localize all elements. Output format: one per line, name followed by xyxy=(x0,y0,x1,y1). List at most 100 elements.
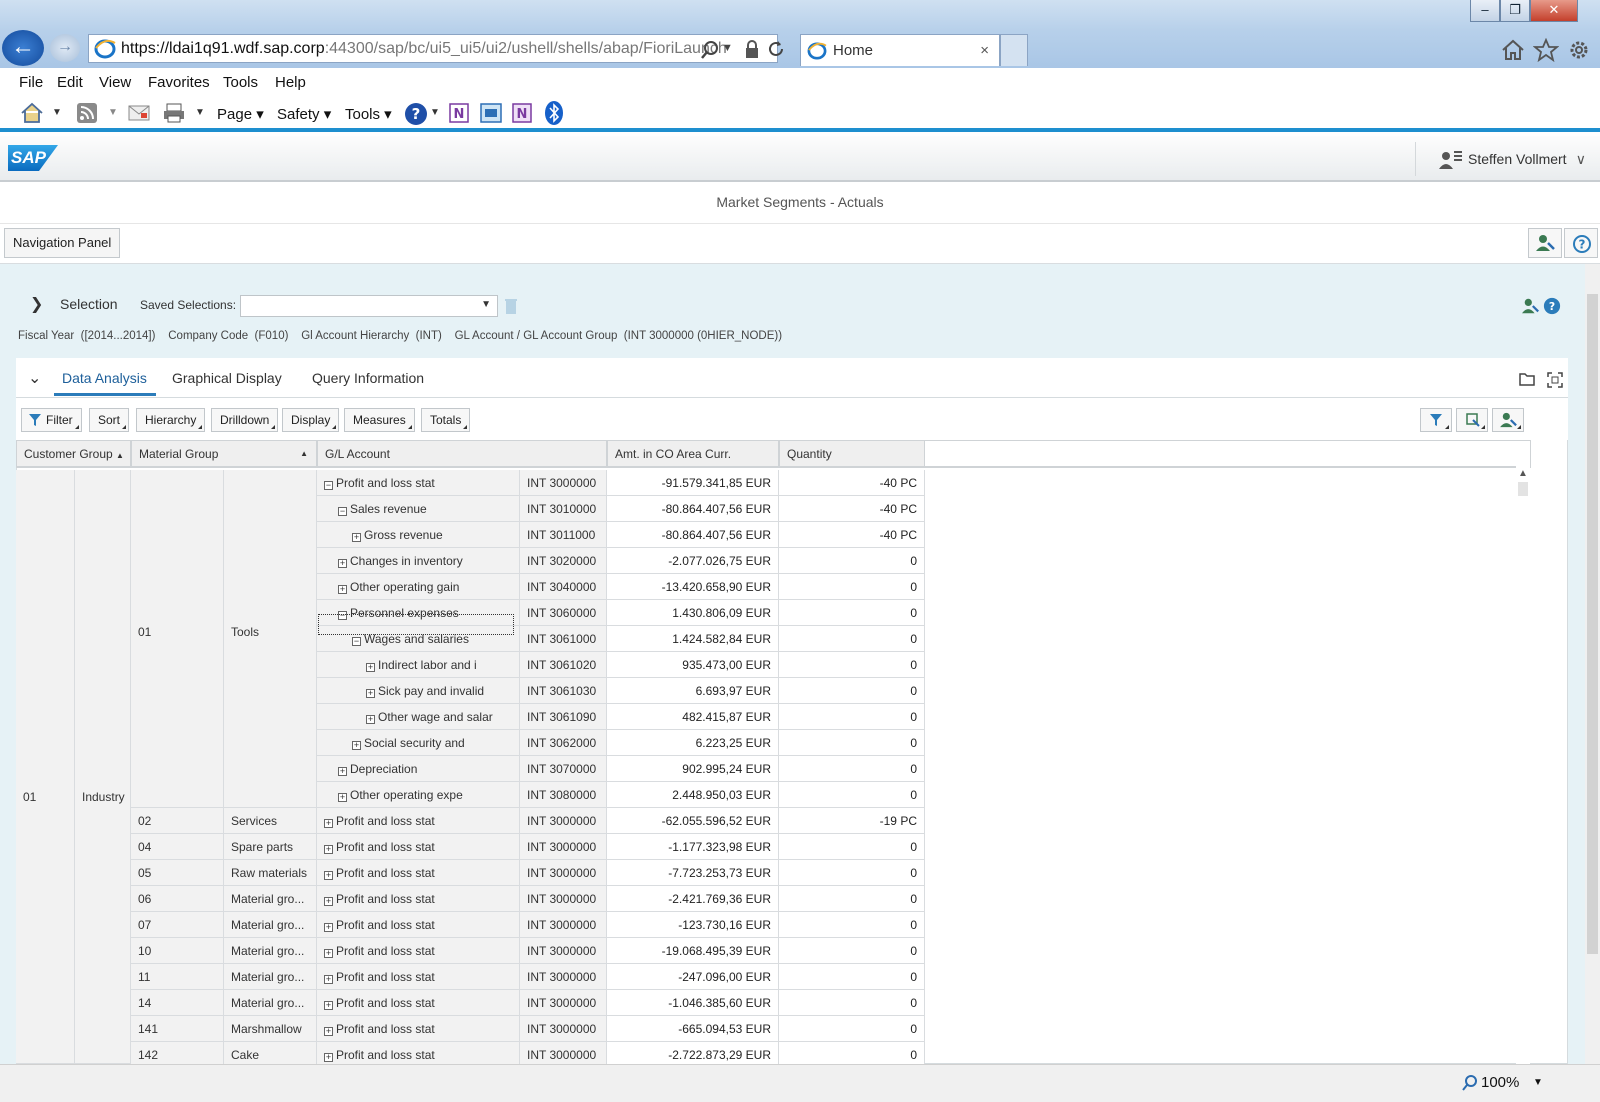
home-dropdown-icon[interactable]: ▼ xyxy=(52,107,62,118)
sap-logo[interactable]: SAP xyxy=(8,145,58,171)
minimize-button[interactable]: – xyxy=(1470,0,1500,22)
expand-node-icon[interactable]: + xyxy=(324,871,333,880)
home-icon[interactable] xyxy=(1500,38,1526,62)
gl-account-node[interactable]: + Other wage and salar xyxy=(317,704,520,730)
expand-node-icon[interactable]: + xyxy=(338,559,347,568)
gl-account-node[interactable]: + Depreciation xyxy=(317,756,520,782)
expand-node-icon[interactable]: + xyxy=(366,715,375,724)
close-window-button[interactable]: ✕ xyxy=(1530,0,1578,22)
page-scrollbar[interactable] xyxy=(1585,264,1600,1064)
gl-account-node[interactable]: + Gross revenue xyxy=(317,522,520,548)
export-button[interactable] xyxy=(1456,408,1488,432)
bluetooth-icon[interactable] xyxy=(544,100,564,126)
gl-account-node[interactable]: + Sick pay and invalid xyxy=(317,678,520,704)
menu-edit[interactable]: Edit xyxy=(57,74,83,91)
mail-icon[interactable] xyxy=(128,104,150,122)
gl-account-node[interactable]: + Profit and loss stat xyxy=(317,834,520,860)
header-material-group[interactable]: Material Group ▲ xyxy=(131,440,317,468)
gl-account-node[interactable]: + Profit and loss stat xyxy=(317,912,520,938)
tab-query-information[interactable]: Query Information xyxy=(312,370,424,386)
rss-dropdown-icon[interactable]: ▼ xyxy=(108,107,118,118)
expand-node-icon[interactable]: + xyxy=(324,923,333,932)
gl-account-node[interactable]: − Wages and salaries xyxy=(317,626,520,652)
gear-icon[interactable] xyxy=(1566,38,1592,62)
grid-scrollbar[interactable]: ▲ xyxy=(1516,466,1530,1064)
gl-account-node[interactable]: + Profit and loss stat xyxy=(317,938,520,964)
expand-node-icon[interactable]: + xyxy=(324,845,333,854)
expand-node-icon[interactable]: + xyxy=(338,793,347,802)
tab-data-analysis[interactable]: Data Analysis xyxy=(62,370,147,386)
scroll-up-icon[interactable]: ▲ xyxy=(1518,468,1528,479)
safety-menu[interactable]: Safety ▾ xyxy=(277,105,331,123)
expand-node-icon[interactable]: + xyxy=(324,1053,333,1062)
help-command-icon[interactable]: ? xyxy=(404,102,428,126)
tools-menu[interactable]: Tools ▾ xyxy=(345,105,392,123)
gl-account-node[interactable]: + Profit and loss stat xyxy=(317,964,520,990)
dropdown-arrow-icon[interactable]: ▼ xyxy=(722,42,733,54)
gl-account-node[interactable]: + Other operating expe xyxy=(317,782,520,808)
gl-account-node[interactable]: + Profit and loss stat xyxy=(317,860,520,886)
tab-close-icon[interactable]: × xyxy=(980,35,989,67)
grid-personalize-button[interactable] xyxy=(1492,408,1524,432)
grid-scrollbar-thumb[interactable] xyxy=(1518,482,1528,496)
print-icon[interactable] xyxy=(162,102,186,124)
drilldown-button[interactable]: Drilldown xyxy=(211,408,279,432)
new-tab-button[interactable] xyxy=(1000,34,1028,66)
collapse-node-icon[interactable]: − xyxy=(338,507,347,516)
gl-account-node[interactable]: + Social security and xyxy=(317,730,520,756)
back-button[interactable]: ← xyxy=(2,30,44,66)
expand-node-icon[interactable]: + xyxy=(324,975,333,984)
expand-node-icon[interactable]: + xyxy=(324,1001,333,1010)
gl-account-node[interactable]: + Profit and loss stat xyxy=(317,1016,520,1042)
menu-help[interactable]: Help xyxy=(275,74,306,91)
menu-file[interactable]: File xyxy=(19,74,43,91)
hierarchy-button[interactable]: Hierarchy xyxy=(136,408,206,432)
menu-favorites[interactable]: Favorites xyxy=(148,74,210,91)
expand-node-icon[interactable]: + xyxy=(324,819,333,828)
header-customer-group[interactable]: Customer Group ▲ xyxy=(16,440,131,468)
home-command-icon[interactable] xyxy=(20,102,44,124)
gl-account-node[interactable]: + Profit and loss stat xyxy=(317,808,520,834)
header-quantity[interactable]: Quantity xyxy=(779,440,925,468)
menu-view[interactable]: View xyxy=(99,74,131,91)
gl-account-node[interactable]: + Indirect labor and i xyxy=(317,652,520,678)
gl-account-node[interactable]: + Profit and loss stat xyxy=(317,1042,520,1064)
gl-account-node[interactable]: − Personnel expenses xyxy=(317,600,520,626)
expand-node-icon[interactable]: + xyxy=(352,741,361,750)
onenote-linked-icon[interactable]: N xyxy=(511,101,533,125)
expand-node-icon[interactable]: + xyxy=(366,663,375,672)
selection-help-icon[interactable]: ? xyxy=(1543,297,1561,315)
collapse-chevron-icon[interactable]: ⌄ xyxy=(28,368,41,388)
navigation-panel-button[interactable]: Navigation Panel xyxy=(4,228,121,258)
folder-icon[interactable] xyxy=(1519,372,1535,386)
help-dropdown-icon[interactable]: ▼ xyxy=(430,107,440,118)
page-menu[interactable]: Page ▾ xyxy=(217,105,264,123)
gl-account-node[interactable]: − Profit and loss stat xyxy=(317,470,520,496)
filter-button[interactable]: Filter xyxy=(21,408,82,432)
search-icon[interactable] xyxy=(700,40,720,60)
gl-account-node[interactable]: + Other operating gain xyxy=(317,574,520,600)
gl-account-node[interactable]: + Profit and loss stat xyxy=(317,886,520,912)
display-button[interactable]: Display xyxy=(282,408,340,432)
collapse-node-icon[interactable]: − xyxy=(338,611,347,620)
fullscreen-icon[interactable] xyxy=(1547,372,1563,388)
restore-button[interactable]: ❐ xyxy=(1500,0,1530,22)
tab-graphical-display[interactable]: Graphical Display xyxy=(172,370,282,386)
trash-icon[interactable] xyxy=(504,297,518,315)
header-gl-account[interactable]: G/L Account xyxy=(317,440,607,468)
help-button[interactable]: ? xyxy=(1564,228,1598,258)
menu-tools[interactable]: Tools xyxy=(223,74,258,91)
user-menu[interactable]: Steffen Vollmert ∨ xyxy=(1415,142,1600,176)
expand-node-icon[interactable]: + xyxy=(338,767,347,776)
lync-icon[interactable] xyxy=(479,101,503,125)
favorites-star-icon[interactable] xyxy=(1533,38,1559,62)
measures-button[interactable]: Measures xyxy=(344,408,415,432)
lock-icon[interactable] xyxy=(744,39,760,59)
gl-account-node[interactable]: + Profit and loss stat xyxy=(317,990,520,1016)
print-dropdown-icon[interactable]: ▼ xyxy=(195,107,205,118)
zoom-dropdown-icon[interactable]: ▼ xyxy=(1533,1077,1543,1088)
expand-node-icon[interactable]: + xyxy=(366,689,375,698)
collapse-node-icon[interactable]: − xyxy=(324,481,333,490)
filter-panel-button[interactable] xyxy=(1420,408,1452,432)
refresh-icon[interactable] xyxy=(766,39,786,59)
